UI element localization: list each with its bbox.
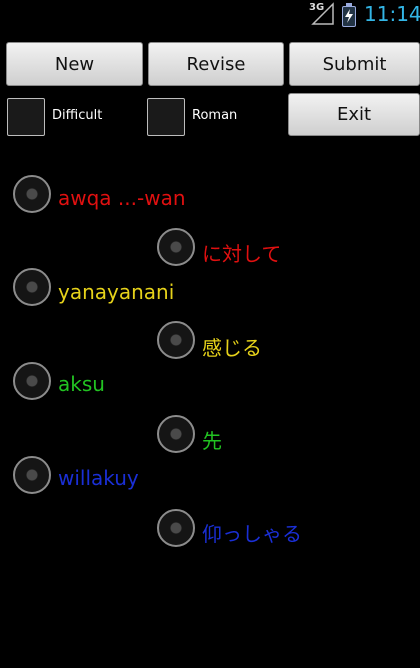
choice-label-3[interactable]: yanayanani: [58, 280, 174, 304]
choice-label-8[interactable]: 仰っしゃる: [202, 518, 302, 547]
choice-radio-5[interactable]: [13, 362, 51, 400]
choice-radio-6[interactable]: [157, 415, 195, 453]
choice-radio-2[interactable]: [157, 228, 195, 266]
revise-button[interactable]: Revise: [148, 42, 284, 86]
choice-radio-3[interactable]: [13, 268, 51, 306]
submit-button[interactable]: Submit: [289, 42, 420, 86]
signal-icon: [311, 2, 334, 25]
roman-label: Roman: [192, 108, 238, 123]
choice-radio-4[interactable]: [157, 321, 195, 359]
choice-label-5[interactable]: aksu: [58, 372, 105, 396]
choice-radio-8[interactable]: [157, 509, 195, 547]
choice-label-2[interactable]: に対して: [202, 238, 281, 267]
choice-label-4[interactable]: 感じる: [202, 332, 262, 361]
choice-label-1[interactable]: awqa ...-wan: [58, 186, 186, 210]
choice-label-7[interactable]: willakuy: [58, 466, 139, 490]
new-button[interactable]: New: [6, 42, 143, 86]
status-bar: 3G 11:14: [0, 0, 420, 30]
exit-button[interactable]: Exit: [288, 93, 420, 136]
choice-radio-7[interactable]: [13, 456, 51, 494]
difficult-label: Difficult: [52, 108, 103, 123]
status-clock: 11:14: [364, 2, 420, 26]
battery-icon: [342, 3, 356, 27]
difficult-checkbox[interactable]: [7, 98, 45, 136]
choice-radio-1[interactable]: [13, 175, 51, 213]
roman-checkbox[interactable]: [147, 98, 185, 136]
choice-label-6[interactable]: 先: [202, 425, 222, 454]
